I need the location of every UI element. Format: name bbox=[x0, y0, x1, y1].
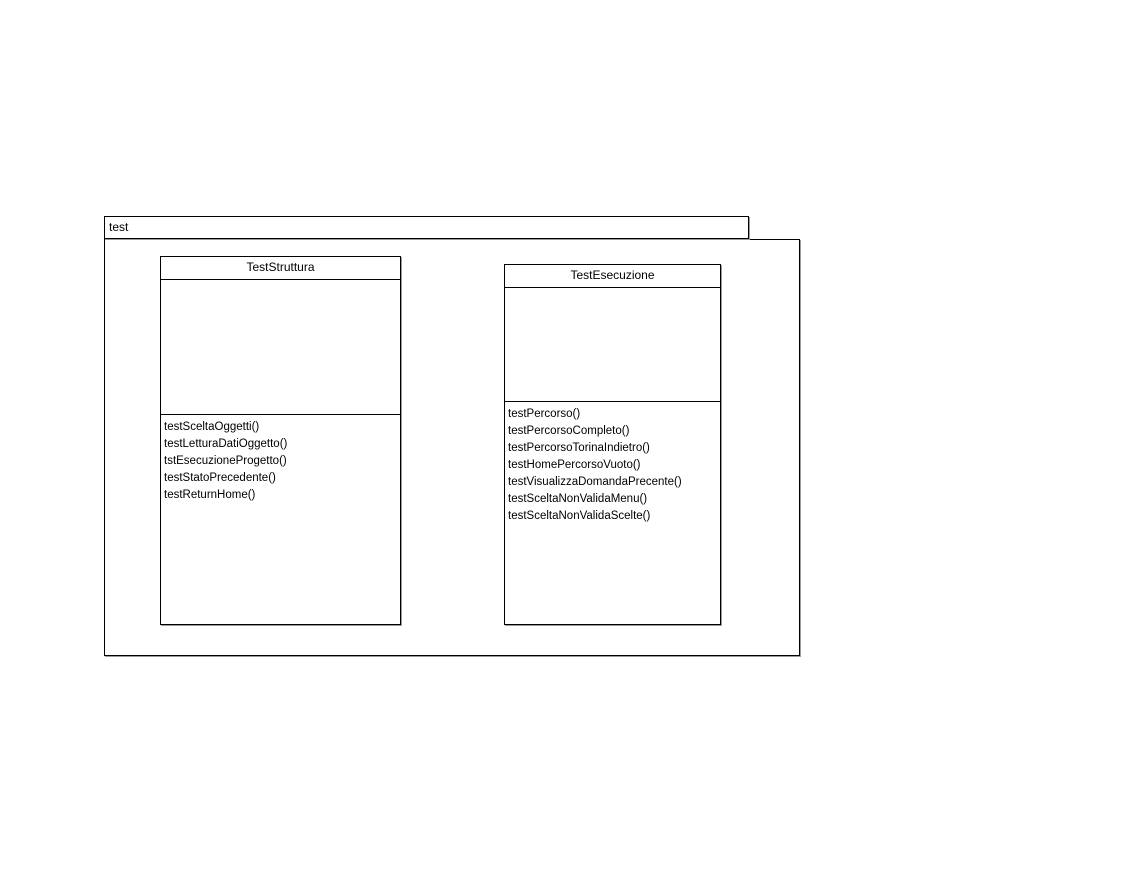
class-box-testesecuzione[interactable]: TestEsecuzione testPercorso() testPercor… bbox=[504, 264, 721, 625]
operation: testPercorsoCompleto() bbox=[508, 425, 630, 437]
class-box-teststruttura[interactable]: TestStruttura testSceltaOggetti() testLe… bbox=[160, 256, 401, 625]
operation: testHomePercorsoVuoto() bbox=[508, 459, 641, 471]
operation: testVisualizzaDomandaPrecente() bbox=[508, 476, 682, 488]
class-name: TestEsecuzione bbox=[505, 265, 720, 288]
operation: testReturnHome() bbox=[164, 489, 256, 501]
operation: testStatoPrecedente() bbox=[164, 472, 276, 484]
package-tab: test bbox=[104, 216, 749, 239]
package-name: test bbox=[109, 220, 129, 234]
operation: tstEsecuzioneProgetto() bbox=[164, 455, 287, 467]
class-attributes-compartment bbox=[505, 288, 720, 402]
class-operations-compartment: testSceltaOggetti() testLetturaDatiOgget… bbox=[161, 415, 400, 504]
operation: testPercorso() bbox=[508, 408, 581, 420]
operation: testSceltaOggetti() bbox=[164, 421, 260, 433]
class-name: TestStruttura bbox=[161, 257, 400, 280]
operation: testPercorsoTorinaIndietro() bbox=[508, 442, 650, 454]
class-attributes-compartment bbox=[161, 280, 400, 415]
class-operations-compartment: testPercorso() testPercorsoCompleto() te… bbox=[505, 402, 720, 525]
operation: testLetturaDatiOggetto() bbox=[164, 438, 288, 450]
operation: testSceltaNonValidaMenu() bbox=[508, 493, 648, 505]
operation: testSceltaNonValidaScelte() bbox=[508, 510, 651, 522]
